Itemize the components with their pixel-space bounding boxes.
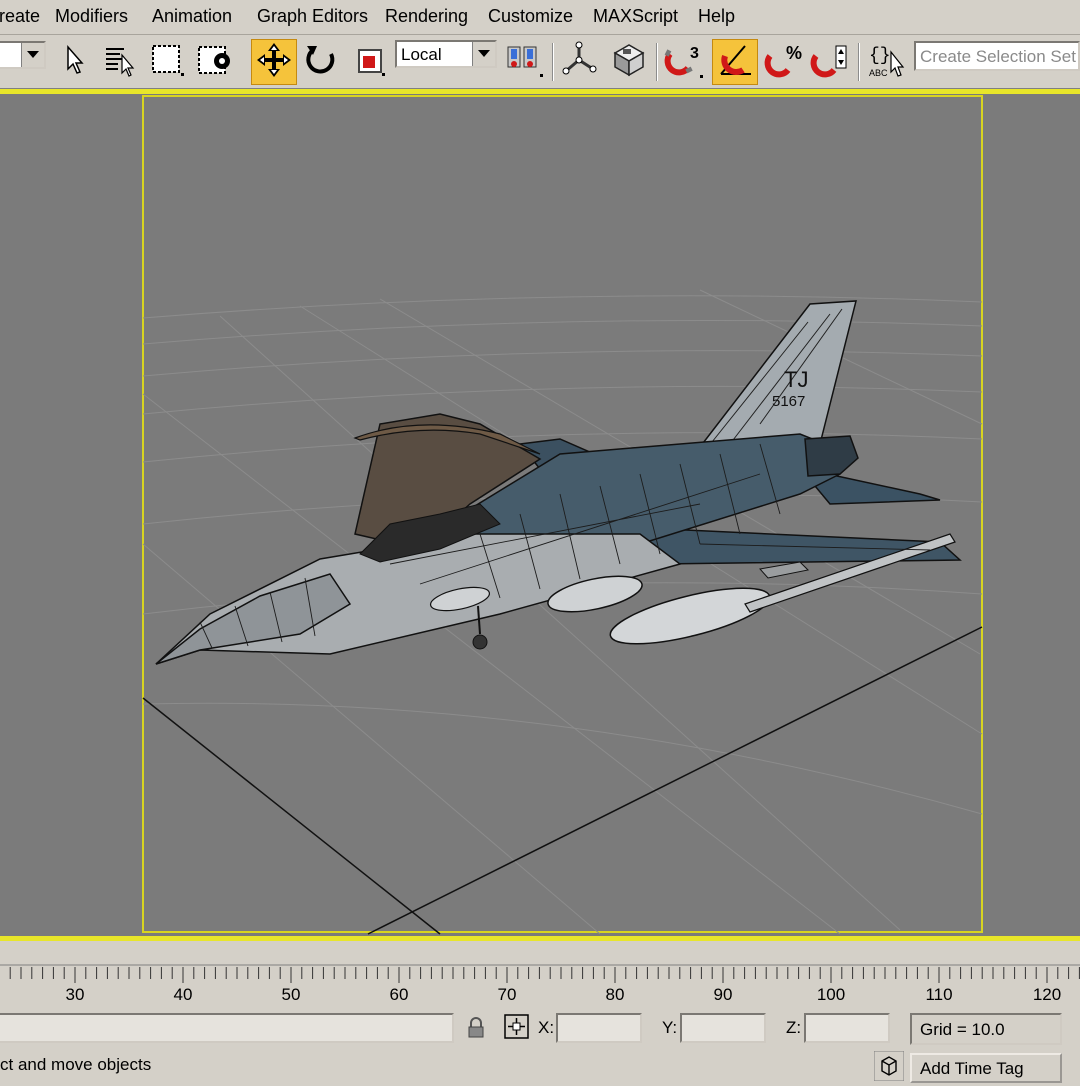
timeline-tick-marks	[9, 967, 1080, 983]
percent-snap-toggle-icon: %	[762, 40, 804, 85]
use-pivot-center-button[interactable]	[502, 41, 544, 83]
keyboard-shortcut-override-icon	[609, 41, 649, 84]
select-by-name-button[interactable]	[98, 41, 140, 83]
percent-snap-toggle-button[interactable]: %	[762, 41, 804, 83]
svg-text:{}: {}	[869, 46, 891, 66]
grid-spacing-display: Grid = 10.0	[910, 1013, 1062, 1045]
select-object-button[interactable]	[52, 41, 94, 83]
aircraft-model[interactable]: TJ 5167	[155, 300, 962, 665]
timeline-tick-label: 40	[173, 985, 193, 1004]
chevron-down-icon	[472, 42, 495, 66]
chevron-down-icon	[21, 43, 44, 67]
timeline[interactable]: 30 40 50 60 70 80 90 100 110 120	[0, 941, 1080, 1009]
timeline-tick-label: 70	[497, 985, 517, 1004]
absolute-mode-transform-icon[interactable]	[504, 1014, 530, 1045]
timeline-tick-label: 50	[281, 985, 301, 1004]
viewport-canvas: TJ 5167	[142, 95, 983, 935]
maxscript-listener-field[interactable]	[0, 1013, 454, 1043]
angle-snap-toggle-icon	[715, 40, 755, 85]
selection-set-placeholder: Create Selection Set	[920, 47, 1076, 66]
timeline-ticks	[0, 965, 1080, 985]
timeline-tick-label: 100	[816, 985, 846, 1004]
rectangular-selection-button[interactable]	[146, 41, 188, 83]
status-bar: X: Y: Z: Grid = 10.0 ct and move objects…	[0, 1009, 1080, 1083]
toolbar-separator	[656, 43, 658, 81]
menu-create[interactable]: reate	[0, 6, 40, 27]
z-coordinate-field[interactable]	[804, 1013, 890, 1043]
svg-text:ABC: ABC	[869, 68, 888, 78]
x-coordinate-field[interactable]	[556, 1013, 642, 1043]
select-and-scale-icon	[351, 42, 387, 83]
lock-icon[interactable]	[466, 1017, 486, 1044]
grid-spacing-value: Grid = 10.0	[920, 1020, 1005, 1039]
svg-text:5167: 5167	[772, 393, 805, 410]
grid-axis-lines	[142, 626, 983, 935]
x-coordinate-label: X:	[538, 1018, 555, 1037]
select-and-manipulate-icon	[560, 41, 598, 84]
create-selection-set-field[interactable]: Create Selection Set	[914, 41, 1080, 71]
window-crossing-icon	[196, 42, 234, 83]
perspective-viewport[interactable]: TJ 5167	[0, 94, 1080, 936]
spinner-snap-toggle-button[interactable]	[810, 41, 852, 83]
y-coordinate-label: Y:	[662, 1018, 678, 1037]
edit-named-selection-icon: {} ABC	[865, 40, 909, 85]
select-and-move-button[interactable]	[251, 39, 297, 85]
toolbar-separator	[552, 43, 554, 81]
keyboard-shortcut-override-button[interactable]	[608, 41, 650, 83]
main-toolbar: Local 3 % {} ABC Create Selection Set	[0, 35, 1080, 89]
timeline-tick-label: 80	[605, 985, 625, 1004]
use-pivot-center-icon	[503, 41, 543, 84]
menu-maxscript[interactable]: MAXScript	[593, 6, 678, 27]
svg-text:TJ: TJ	[784, 367, 808, 392]
timeline-tick-label: 90	[713, 985, 733, 1004]
menu-help[interactable]: Help	[698, 6, 735, 27]
select-and-scale-button[interactable]	[348, 41, 390, 83]
menu-modifiers[interactable]: Modifiers	[55, 6, 128, 27]
spinner-snap-toggle-icon	[810, 40, 852, 85]
window-crossing-button[interactable]	[194, 41, 236, 83]
menu-customize[interactable]: Customize	[488, 6, 573, 27]
reference-coordinate-dropdown[interactable]: Local	[395, 40, 497, 68]
select-by-name-icon	[102, 43, 136, 82]
prompt-line: ct and move objects	[0, 1055, 152, 1074]
select-and-rotate-button[interactable]	[300, 41, 342, 83]
y-coordinate-field[interactable]	[680, 1013, 766, 1043]
selection-lock-cube-icon[interactable]	[873, 1050, 905, 1086]
add-time-tag-button[interactable]: Add Time Tag	[910, 1053, 1062, 1083]
edit-named-selection-button[interactable]: {} ABC	[864, 41, 910, 83]
timeline-tick-label: 110	[925, 985, 953, 1004]
selection-filter-dropdown[interactable]	[0, 41, 46, 69]
reference-coordinate-value: Local	[401, 45, 442, 64]
timeline-tick-label: 120	[1032, 985, 1062, 1004]
select-and-rotate-icon	[303, 42, 339, 83]
svg-text:3: 3	[690, 45, 699, 62]
snaps-toggle-button[interactable]: 3	[662, 41, 704, 83]
select-and-manipulate-button[interactable]	[558, 41, 600, 83]
snaps-toggle-icon: 3	[662, 40, 704, 85]
menu-bar: reate Modifiers Animation Graph Editors …	[0, 0, 1080, 35]
timeline-tick-label: 60	[389, 985, 409, 1004]
timeline-tick-label: 30	[65, 985, 85, 1004]
menu-graph-editors[interactable]: Graph Editors	[257, 6, 368, 27]
rectangular-selection-icon	[149, 42, 185, 83]
menu-rendering[interactable]: Rendering	[385, 6, 468, 27]
toolbar-separator	[858, 43, 860, 81]
select-and-move-icon	[255, 41, 293, 84]
angle-snap-toggle-button[interactable]	[712, 39, 758, 85]
z-coordinate-label: Z:	[786, 1018, 802, 1037]
menu-animation[interactable]: Animation	[152, 6, 232, 27]
add-time-tag-label: Add Time Tag	[920, 1059, 1024, 1078]
select-object-icon	[60, 44, 86, 80]
svg-text:%: %	[786, 43, 802, 63]
